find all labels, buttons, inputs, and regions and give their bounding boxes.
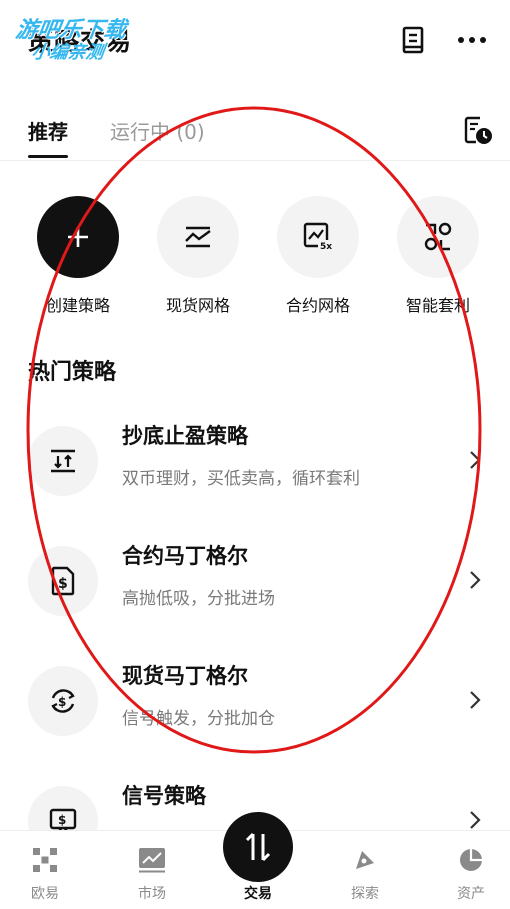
strategy-row[interactable]: $ 现货马丁格尔 信号触发，分批加仓 [0,660,510,770]
nav-assets[interactable]: 资产 [431,831,510,909]
assets-pie-icon [456,845,486,875]
tab-running[interactable]: 运行中 (0) [110,116,205,145]
section-title: 热门策略 [28,360,117,385]
quick-contract-grid[interactable]: 5x 合约网格 [258,196,378,316]
book-icon[interactable] [398,24,430,56]
dollar-cycle-icon: $ [28,666,98,736]
strategy-desc: 高抛低吸，分批进场 [122,589,275,609]
svg-text:$: $ [58,813,66,827]
quick-label: 现货网格 [165,296,230,315]
svg-text:$: $ [58,576,68,592]
leverage-badge: 5x [320,242,332,252]
nav-label: 市场 [138,886,166,902]
strategy-name: 抄底止盈策略 [122,424,248,448]
quick-label: 合约网格 [285,296,350,315]
nav-label: 欧易 [31,886,59,902]
strategy-row[interactable]: 抄底止盈策略 双币理财，买低卖高，循环套利 [0,420,510,530]
nav-explore[interactable]: 探索 [325,831,405,909]
more-icon[interactable] [456,24,488,56]
strategy-name: 现货马丁格尔 [122,664,248,688]
svg-text:$: $ [58,695,66,709]
bottom-top-icon [28,426,98,496]
strategy-tabs: 推荐 运行中 (0) [0,100,510,161]
arbitrage-icon [397,196,479,278]
header: 策略交易 游吧乐下载 小编亲测 [0,0,510,90]
market-chart-icon [137,845,167,875]
quick-label: 创建策略 [45,296,110,315]
history-clock-icon[interactable] [462,114,494,146]
nav-label: 探索 [351,886,379,902]
dollar-doc-icon: $ [28,546,98,616]
grid-chart-icon [157,196,239,278]
strategy-desc: 信号触发，分批加仓 [122,709,275,729]
quick-spot-grid[interactable]: 现货网格 [138,196,258,316]
tab-recommended[interactable]: 推荐 [28,116,68,158]
quick-smart-arbitrage[interactable]: 智能套利 [378,196,498,316]
quick-create-strategy[interactable]: 创建策略 [18,196,138,316]
watermark: 游吧乐下载 小编亲测 [14,12,164,68]
nav-market[interactable]: 市场 [112,831,192,909]
strategy-desc: 双币理财，买低卖高，循环套利 [122,469,360,489]
nav-okx[interactable]: 欧易 [5,831,85,909]
okx-logo-icon [30,845,60,875]
trade-arrows-icon[interactable] [223,812,293,882]
quick-label: 智能套利 [405,296,470,315]
chevron-right-icon [470,451,481,469]
chevron-right-icon [470,691,481,709]
plus-icon [37,196,119,278]
nav-label: 交易 [244,886,272,902]
strategy-name: 信号策略 [122,784,206,808]
explore-compass-icon [350,845,380,875]
nav-label: 资产 [457,886,485,902]
watermark-line-2: 小编亲测 [30,42,106,63]
chevron-right-icon [470,811,481,829]
chevron-right-icon [470,571,481,589]
leverage-grid-icon: 5x [277,196,359,278]
strategy-name: 合约马丁格尔 [122,544,248,568]
strategy-row[interactable]: $ 合约马丁格尔 高抛低吸，分批进场 [0,540,510,650]
